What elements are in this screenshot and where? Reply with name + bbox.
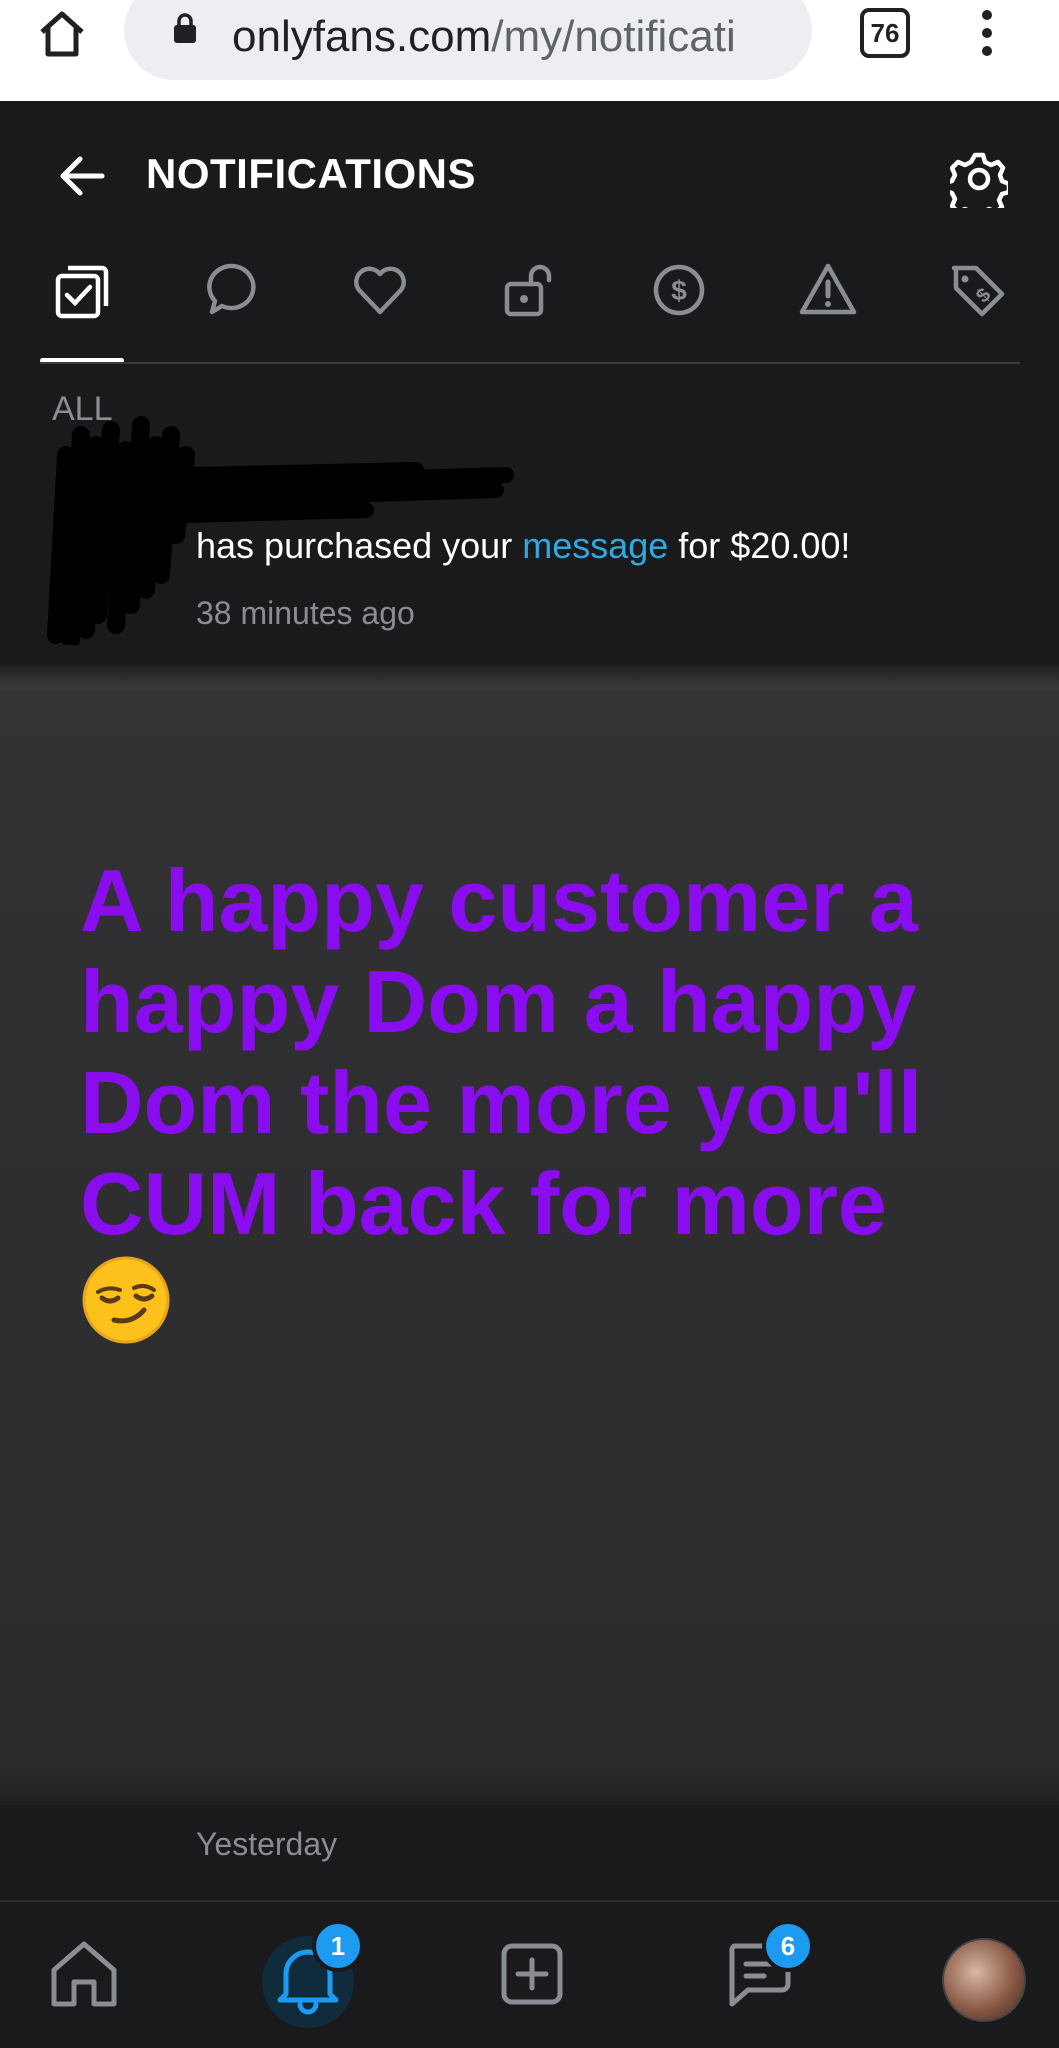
tab-unlock-icon[interactable] xyxy=(499,260,559,320)
tab-divider xyxy=(40,362,1020,364)
address-bar[interactable]: onlyfans.com/my/notificati xyxy=(124,0,812,80)
bottom-navigation xyxy=(0,1902,1059,2048)
settings-gear-icon[interactable] xyxy=(950,150,1008,208)
back-arrow-icon[interactable] xyxy=(56,150,108,202)
tab-likes-heart-icon[interactable] xyxy=(350,260,410,320)
nav-add-post-icon[interactable] xyxy=(492,1934,572,2014)
svg-text:$: $ xyxy=(671,275,687,306)
more-menu-icon[interactable] xyxy=(970,8,1004,58)
notifications-count-badge: 1 xyxy=(312,1920,364,1972)
tab-comments-icon[interactable] xyxy=(202,260,262,320)
lock-icon xyxy=(174,13,196,43)
page-title: NOTIFICATIONS xyxy=(146,150,477,197)
url-text: onlyfans.com/my/notificati xyxy=(232,12,736,61)
messages-count-badge: 6 xyxy=(762,1920,814,1972)
tab-switcher-button[interactable]: 76 xyxy=(860,8,910,58)
notification-text: has purchased your message for $20.00! xyxy=(196,525,851,566)
avatar[interactable] xyxy=(942,1938,1026,2022)
blurred-content-overlay: A happy customer a happy Dom a happy Dom… xyxy=(0,665,1059,1805)
overlay-caption: A happy customer a happy Dom a happy Dom… xyxy=(80,850,1000,1356)
tab-warning-icon[interactable] xyxy=(798,260,858,320)
notification-filter-tabs: $ $ xyxy=(0,248,1059,358)
notification-timestamp: 38 minutes ago xyxy=(196,595,415,631)
browser-toolbar: onlyfans.com/my/notificati 76 xyxy=(0,0,1059,101)
nav-home-icon[interactable] xyxy=(44,1934,124,2014)
tab-promotions-tag-icon[interactable]: $ xyxy=(948,260,1008,320)
overlay-top-edge xyxy=(0,665,1059,689)
date-group-label: Yesterday xyxy=(196,1826,338,1862)
tab-all-icon[interactable] xyxy=(52,260,112,320)
home-icon[interactable] xyxy=(34,6,90,62)
tab-dollar-icon[interactable]: $ xyxy=(649,260,709,320)
message-link[interactable]: message xyxy=(522,525,668,566)
smirking-face-emoji-icon xyxy=(82,1256,170,1344)
